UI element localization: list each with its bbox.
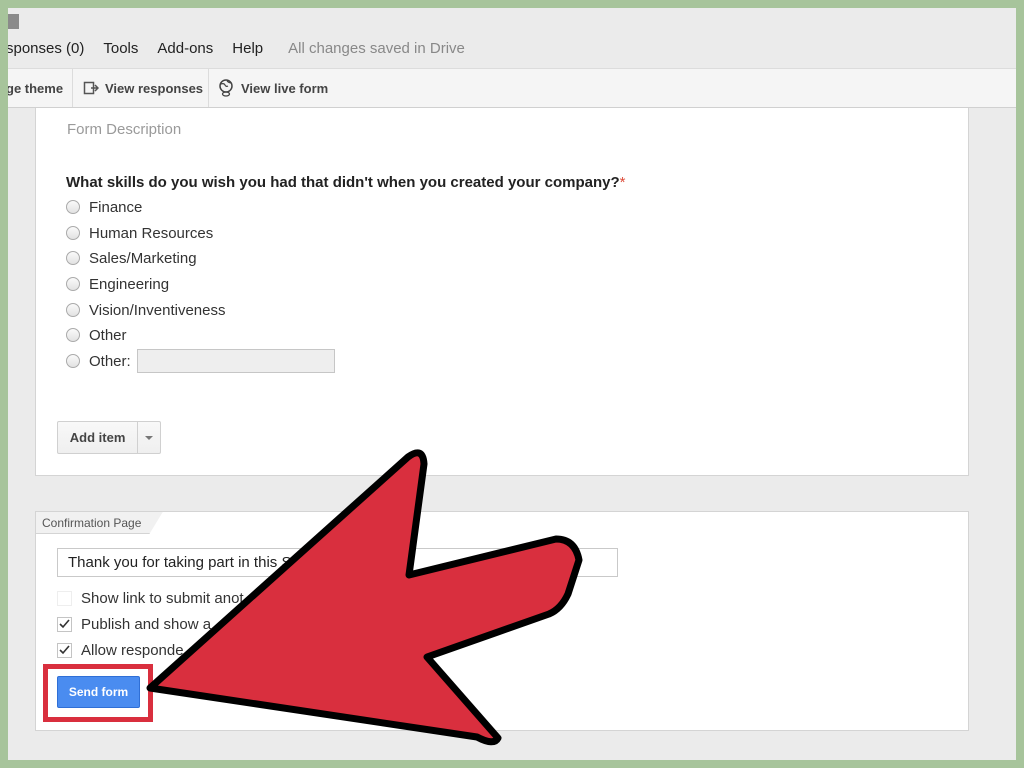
view-responses-button[interactable]: View responses — [83, 69, 203, 107]
radio-button[interactable] — [66, 226, 80, 240]
confirmation-tab: Confirmation Page — [35, 511, 163, 534]
option-other-text[interactable]: Other: — [66, 349, 335, 373]
send-form-button[interactable]: Send form — [57, 676, 140, 708]
menu-addons[interactable]: Add-ons — [157, 40, 213, 57]
question-card: Form Description What skills do you wish… — [35, 108, 969, 476]
external-sheet-icon — [83, 81, 99, 95]
globe-link-icon — [219, 79, 233, 97]
checkmark-icon — [59, 645, 70, 655]
app-icon — [8, 14, 19, 29]
radio-button[interactable] — [66, 328, 80, 342]
add-item-button[interactable]: Add item — [57, 421, 161, 454]
option-other[interactable]: Other — [66, 324, 127, 346]
add-item-label: Add item — [69, 430, 126, 445]
checkmark-icon — [59, 619, 70, 629]
checkbox-allow-edit[interactable]: Allow responde — [57, 639, 184, 661]
checkbox[interactable] — [57, 642, 72, 658]
other-text-input[interactable] — [136, 349, 335, 373]
change-theme-label: ge theme — [8, 80, 64, 96]
view-live-form-label: View live form — [241, 80, 329, 96]
caret-down-icon — [145, 435, 154, 440]
checkbox-show-link[interactable]: Show link to submit anot — [57, 587, 244, 609]
checkbox[interactable] — [57, 590, 72, 606]
menu-bar: sponses (0) Tools Add-ons Help All chang… — [8, 36, 1016, 60]
radio-button[interactable] — [66, 354, 80, 368]
radio-button[interactable] — [66, 200, 80, 214]
toolbar: ge theme View responses View live form — [8, 68, 1016, 108]
option-label: Engineering — [89, 275, 170, 293]
confirmation-card: Confirmation Page Thank you for taking p… — [35, 511, 969, 731]
option-label: Vision/Inventiveness — [89, 301, 226, 319]
checkbox-publish-summary[interactable]: Publish and show a — [57, 613, 211, 635]
confirmation-message-input[interactable]: Thank you for taking part in this S — [57, 548, 618, 577]
form-description-field[interactable]: Form Description — [67, 121, 181, 138]
option-engineering[interactable]: Engineering — [66, 273, 169, 295]
option-vision[interactable]: Vision/Inventiveness — [66, 299, 225, 321]
option-finance[interactable]: Finance — [66, 196, 142, 218]
option-sales-marketing[interactable]: Sales/Marketing — [66, 247, 197, 269]
required-marker: * — [619, 174, 626, 191]
radio-button[interactable] — [66, 277, 80, 291]
question-title: What skills do you wish you had that did… — [66, 174, 625, 191]
menu-help[interactable]: Help — [232, 40, 263, 57]
menu-tools[interactable]: Tools — [103, 40, 138, 57]
checkbox-label: Allow responde — [81, 641, 184, 659]
checkbox-label: Publish and show a — [81, 615, 212, 633]
add-item-dropdown[interactable] — [137, 422, 160, 453]
checkbox[interactable] — [57, 616, 72, 632]
save-status: All changes saved in Drive — [288, 39, 465, 57]
option-human-resources[interactable]: Human Resources — [66, 222, 213, 244]
toolbar-divider — [72, 69, 73, 107]
option-label: Other: — [89, 352, 131, 370]
option-label: Finance — [89, 198, 143, 216]
question-text: What skills do you wish you had that did… — [66, 174, 620, 191]
app-frame: sponses (0) Tools Add-ons Help All chang… — [8, 8, 1016, 760]
view-live-form-button[interactable]: View live form — [218, 69, 328, 107]
view-responses-label: View responses — [105, 80, 204, 96]
option-label: Sales/Marketing — [89, 249, 197, 267]
option-label: Human Resources — [89, 224, 214, 242]
change-theme-button[interactable]: ge theme — [8, 69, 63, 107]
checkbox-label: Show link to submit anot — [81, 589, 244, 607]
radio-button[interactable] — [66, 251, 80, 265]
toolbar-divider — [208, 69, 209, 107]
option-label: Other — [89, 326, 127, 344]
menu-responses[interactable]: sponses (0) — [8, 40, 84, 57]
radio-button[interactable] — [66, 303, 80, 317]
